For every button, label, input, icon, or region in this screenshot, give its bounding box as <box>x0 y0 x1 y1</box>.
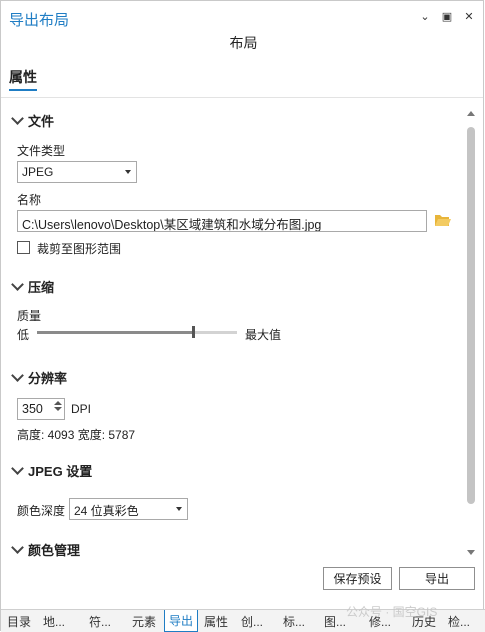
color-depth-value: 24 位真彩色 <box>74 504 139 518</box>
file-type-label: 文件类型 <box>17 144 66 158</box>
vertical-scrollbar[interactable] <box>465 109 477 557</box>
dropdown-arrow-icon <box>125 170 131 174</box>
section-compress-header[interactable]: 压缩 <box>11 277 55 296</box>
chevron-down-icon <box>11 541 24 554</box>
color-depth-select[interactable]: 24 位真彩色 <box>69 498 188 520</box>
file-type-select[interactable]: JPEG <box>17 161 137 183</box>
tab-create[interactable]: 创... <box>241 613 263 630</box>
tab-graphics[interactable]: 图... <box>324 613 346 630</box>
tab-elements[interactable]: 元素 <box>132 613 156 630</box>
clip-checkbox[interactable] <box>17 241 30 254</box>
layout-name: 布局 <box>229 35 258 51</box>
pane-title: 导出布局 <box>9 12 70 29</box>
section-title: 文件 <box>28 114 55 129</box>
close-icon[interactable]: ✕ <box>463 10 475 23</box>
section-resolution-header[interactable]: 分辨率 <box>11 368 68 387</box>
section-title: 分辨率 <box>28 371 68 386</box>
chevron-down-icon <box>11 112 24 125</box>
chevron-down-icon <box>11 278 24 291</box>
export-button[interactable]: 导出 <box>399 567 475 590</box>
spin-down-icon[interactable] <box>54 407 62 411</box>
image-size-text: 高度: 4093 宽度: 5787 <box>17 428 136 442</box>
maximize-icon[interactable]: ▣ <box>441 10 453 23</box>
dpi-unit: DPI <box>71 402 92 416</box>
section-file-header[interactable]: 文件 <box>11 111 55 130</box>
section-color-header[interactable]: 颜色管理 <box>11 540 81 559</box>
tab-export[interactable]: 导出 <box>164 610 199 632</box>
folder-icon[interactable] <box>434 213 451 227</box>
tab-labels[interactable]: 标... <box>283 613 305 630</box>
tab-map[interactable]: 地... <box>43 613 65 630</box>
scrollbar-thumb[interactable] <box>467 127 475 504</box>
export-layout-pane: 导出布局 ⌄ ▣ ✕ 布局 属性 文件 文件类型 JPEG 名称 C:\User… <box>0 0 485 632</box>
quality-slider-thumb[interactable] <box>192 326 195 338</box>
tab-attributes[interactable]: 属性 <box>204 613 228 630</box>
watermark: 公众号 · 国空GIS <box>346 605 438 619</box>
tab-check[interactable]: 检... <box>448 613 470 630</box>
quality-label: 质量 <box>17 309 42 323</box>
scroll-down-icon[interactable] <box>467 550 475 555</box>
section-title: 颜色管理 <box>28 543 81 558</box>
dpi-spinner[interactable]: 350 <box>17 398 65 420</box>
quality-slider-fill <box>37 331 193 334</box>
section-jpeg-header[interactable]: JPEG 设置 <box>11 461 93 480</box>
quality-high-label: 最大值 <box>245 328 282 342</box>
color-depth-label: 颜色深度 <box>17 504 66 518</box>
quality-low-label: 低 <box>17 328 30 342</box>
section-title: 压缩 <box>28 280 55 295</box>
tab-catalog[interactable]: 目录 <box>7 613 31 630</box>
window-controls: ⌄ ▣ ✕ <box>419 10 475 23</box>
tab-properties[interactable]: 属性 <box>9 67 37 91</box>
file-path-input[interactable]: C:\Users\lenovo\Desktop\某区域建筑和水域分布图.jpg <box>17 210 427 232</box>
chevron-down-icon <box>11 369 24 382</box>
chevron-down-icon[interactable]: ⌄ <box>419 10 431 23</box>
chevron-down-icon <box>11 462 24 475</box>
tab-symbology[interactable]: 符... <box>89 613 111 630</box>
scroll-up-icon[interactable] <box>467 111 475 116</box>
section-title: JPEG 设置 <box>28 464 93 479</box>
spinner-buttons[interactable] <box>54 401 62 411</box>
dropdown-arrow-icon <box>176 507 182 511</box>
save-preset-button[interactable]: 保存预设 <box>323 567 392 590</box>
file-type-value: JPEG <box>22 165 54 179</box>
divider <box>1 97 483 98</box>
dpi-value: 350 <box>22 402 43 416</box>
name-label: 名称 <box>17 193 42 207</box>
clip-checkbox-label: 裁剪至图形范围 <box>37 242 122 256</box>
spin-up-icon[interactable] <box>54 401 62 405</box>
